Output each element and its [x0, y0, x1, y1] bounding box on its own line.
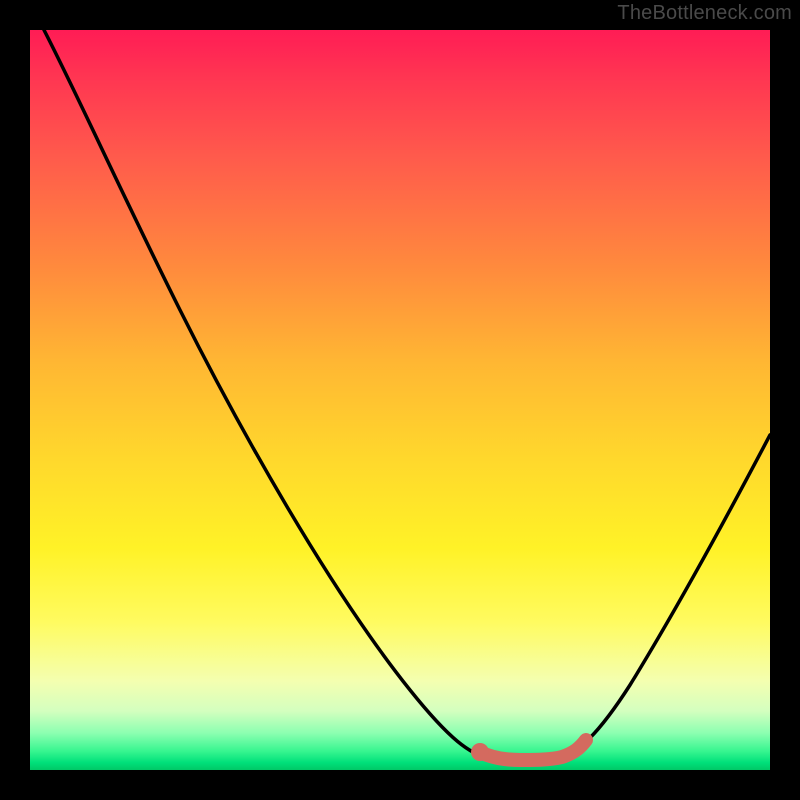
- bottleneck-curve-path: [44, 30, 770, 759]
- optimal-range-highlight: [480, 740, 586, 760]
- optimal-start-dot: [471, 743, 489, 761]
- curve-overlay: [30, 30, 770, 770]
- chart-container: TheBottleneck.com: [0, 0, 800, 800]
- plot-area: [30, 30, 770, 770]
- watermark-text: TheBottleneck.com: [617, 2, 792, 25]
